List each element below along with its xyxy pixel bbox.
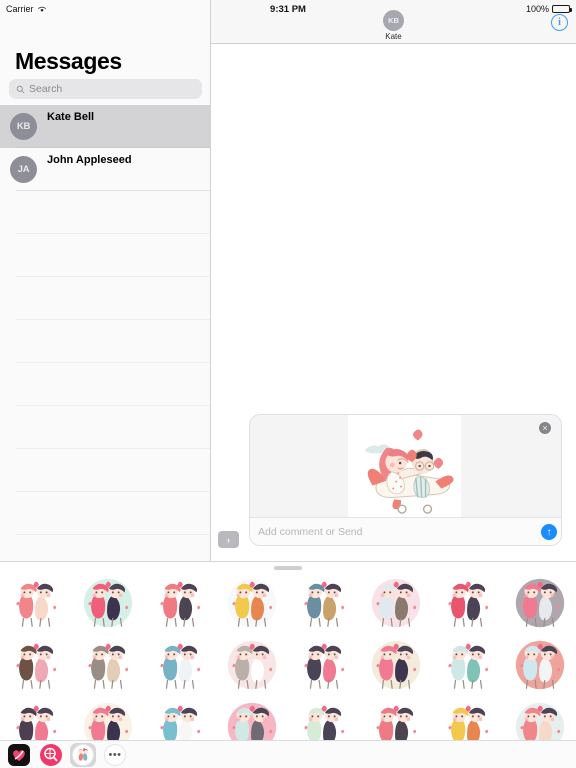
conversation-name: Kate Bell [47, 111, 95, 123]
magnifier-glyph [44, 747, 58, 761]
page-title: Messages [15, 48, 122, 74]
sticker-illustration [83, 640, 133, 690]
ellipsis-icon[interactable]: ••• [104, 743, 126, 766]
close-circle-icon[interactable]: × [539, 422, 551, 434]
sticker-couple-hugging-chef-hat[interactable] [0, 634, 72, 696]
sticker-illustration [371, 640, 421, 690]
send-arrow-up-icon[interactable]: ↑ [541, 524, 557, 540]
sticker-illustration [160, 643, 201, 689]
empty-conversation-row [0, 320, 210, 363]
heart-glyph [13, 749, 25, 761]
sticker-couple-kissing-tan-circle[interactable] [360, 634, 432, 696]
expand-button-label: › [227, 534, 230, 545]
conversation-row-kate-bell[interactable]: KB Kate Bell [0, 105, 210, 148]
battery-percent-label: 100% [525, 4, 549, 14]
sticker-two-boys-one-girl-group[interactable] [288, 634, 360, 696]
app-slot-store[interactable] [38, 743, 64, 767]
heart-app-icon[interactable] [8, 743, 30, 766]
sticker-boy-with-heart-balloon[interactable] [432, 572, 504, 634]
sticker-illustration [371, 578, 421, 628]
drag-handle[interactable] [274, 566, 302, 570]
conversation-list[interactable]: KB Kate Bell JA John Appleseed [0, 105, 210, 578]
sticker-illustration [83, 578, 133, 628]
store-magnifier-icon[interactable] [40, 743, 62, 766]
empty-conversation-row [0, 406, 210, 449]
empty-conversation-row [0, 277, 210, 320]
ipad-messages-screen: Carrier 9:31 PM 100% Messages Search KB … [0, 0, 576, 768]
more-label: ••• [108, 748, 122, 761]
empty-conversation-row [0, 492, 210, 535]
compose-area: › × Add comment or Send ↑ [211, 414, 576, 558]
conversation-row-john-appleseed[interactable]: JA John Appleseed [0, 148, 210, 191]
sticker-illustration [16, 643, 57, 689]
info-button-label: i [558, 17, 561, 28]
status-bar: Carrier 9:31 PM 100% [0, 0, 576, 18]
empty-conversation-row [0, 449, 210, 492]
app-slot-sticker-pack[interactable] [70, 742, 96, 767]
contact-name: Kate [385, 32, 402, 41]
sticker-pack-icon[interactable] [72, 743, 94, 766]
empty-conversation-row [0, 234, 210, 277]
sticker-pack-glyph [77, 747, 89, 760]
sticker-boy-playing-saxophone[interactable] [288, 572, 360, 634]
search-input[interactable]: Search [9, 79, 202, 99]
sticker-illustration [16, 581, 57, 627]
sidebar: Messages Search KB Kate Bell JA John App… [0, 0, 211, 578]
sticker-couple-with-gift-santa-hat[interactable] [432, 634, 504, 696]
empty-conversation-rows [0, 191, 210, 578]
status-bar-right: 100% [525, 4, 572, 14]
sticker-girl-with-bow-and-arrow[interactable] [144, 572, 216, 634]
sticker-drawer [0, 561, 576, 768]
sticker-couple-flying-airplane[interactable] [0, 572, 72, 634]
comment-bar[interactable]: Add comment or Send ↑ [250, 517, 561, 545]
sticker-couple-dancing[interactable] [504, 572, 576, 634]
app-slot-recents[interactable] [6, 743, 32, 767]
status-bar-time: 9:31 PM [270, 3, 306, 15]
sticker-couple-under-umbrella[interactable] [216, 572, 288, 634]
sticker-illustration [448, 581, 489, 627]
sticker-sailor-pirate-boat[interactable] [144, 634, 216, 696]
battery-icon [552, 4, 572, 14]
app-slot-more[interactable]: ••• [102, 743, 128, 767]
sticker-grid[interactable] [0, 572, 576, 758]
comment-placeholder: Add comment or Send [258, 525, 363, 538]
sticker-illustration [227, 578, 277, 628]
sticker-winter-couple-hats[interactable] [504, 634, 576, 696]
sticker-family-outline-sketch[interactable] [216, 634, 288, 696]
conversation-pane: KB Kate i › × Add comment or Send ↑ [211, 0, 576, 561]
close-button-label: × [542, 422, 548, 433]
avatar: JA [10, 156, 37, 183]
avatar: KB [10, 113, 37, 140]
empty-conversation-row [0, 363, 210, 406]
conversation-name: John Appleseed [47, 154, 132, 166]
search-placeholder: Search [29, 83, 63, 95]
empty-conversation-row [0, 191, 210, 234]
couple-flying-airplane-sticker [364, 429, 454, 514]
sticker-illustration [515, 640, 565, 690]
sticker-bride-sketch[interactable] [72, 634, 144, 696]
sticker-illustration [304, 643, 345, 689]
sticker-illustration [448, 643, 489, 689]
sticker-illustration [160, 581, 201, 627]
sticker-illustration [515, 578, 565, 628]
sticker-couple-in-bathtub[interactable] [360, 572, 432, 634]
sticker-illustration [304, 581, 345, 627]
search-icon [16, 85, 25, 93]
send-button-label: ↑ [546, 526, 552, 538]
imessage-app-toolbar[interactable]: ••• [0, 740, 576, 768]
sticker-illustration [227, 640, 277, 690]
chevron-right-icon[interactable]: › [218, 531, 239, 548]
sticker-compose-card: × Add comment or Send ↑ [249, 414, 562, 546]
sticker-girl-giving-heart-to-boy[interactable] [72, 572, 144, 634]
sticker-preview[interactable] [348, 415, 461, 517]
